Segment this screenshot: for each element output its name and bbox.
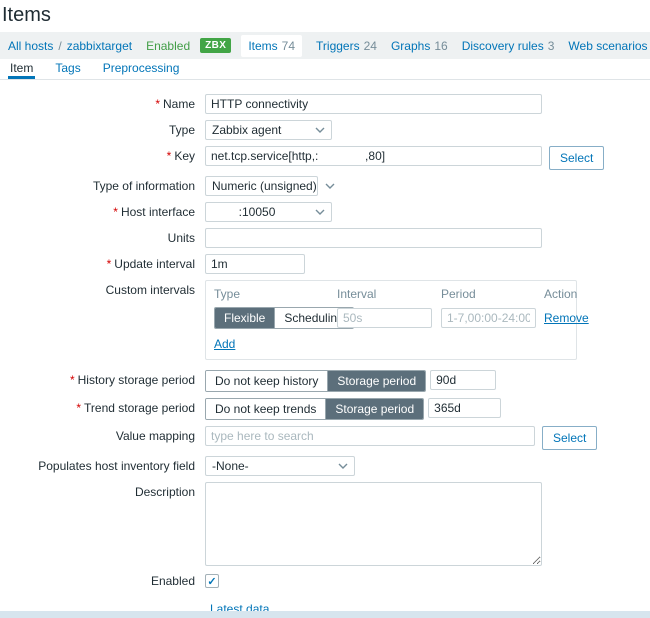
units-row: Units bbox=[0, 228, 650, 248]
value-mapping-input[interactable] bbox=[205, 426, 535, 446]
key-select-button[interactable]: Select bbox=[549, 146, 604, 170]
breadcrumb-separator: / bbox=[58, 39, 61, 53]
trend-storage-period-option[interactable]: Storage period bbox=[325, 399, 423, 419]
nav-item-graphs[interactable]: Graphs16 bbox=[391, 39, 448, 53]
interval-type-flexible[interactable]: Flexible bbox=[215, 308, 274, 328]
required-marker: * bbox=[76, 401, 81, 415]
ci-header-period: Period bbox=[441, 287, 544, 307]
custom-intervals-table: Type Interval Period Action Flexible Sch… bbox=[205, 280, 577, 360]
triggers-count: 24 bbox=[364, 39, 377, 53]
enabled-checkbox[interactable]: ✓ bbox=[205, 574, 219, 588]
zbx-agent-badge: ZBX bbox=[200, 38, 231, 53]
ci-remove-link[interactable]: Remove bbox=[544, 311, 589, 325]
type-select-value: Zabbix agent bbox=[212, 123, 281, 137]
item-form: *Name Type Zabbix agent *Key Select Type… bbox=[0, 80, 650, 618]
value-mapping-label: Value mapping bbox=[0, 426, 205, 443]
history-storage-input[interactable] bbox=[430, 370, 496, 390]
ci-period-input[interactable] bbox=[441, 308, 536, 328]
nav-item-items[interactable]: Items74 bbox=[241, 35, 302, 57]
host-status-label: Enabled bbox=[146, 39, 190, 53]
host-interface-select[interactable]: :10050 bbox=[205, 202, 332, 222]
tab-preprocessing[interactable]: Preprocessing bbox=[101, 59, 182, 79]
custom-intervals-label: Custom intervals bbox=[0, 280, 205, 297]
history-storage-row: *History storage period Do not keep hist… bbox=[0, 370, 650, 392]
trend-do-not-keep-option[interactable]: Do not keep trends bbox=[206, 399, 325, 419]
type-of-information-row: Type of information Numeric (unsigned) bbox=[0, 176, 650, 196]
checkmark-icon: ✓ bbox=[207, 575, 216, 588]
ci-header-type: Type bbox=[214, 287, 337, 307]
type-row: Type Zabbix agent bbox=[0, 120, 650, 140]
key-label: Key bbox=[174, 149, 195, 163]
required-marker: * bbox=[155, 97, 160, 111]
chevron-down-icon bbox=[325, 183, 335, 189]
description-label: Description bbox=[0, 482, 205, 499]
ci-add-link[interactable]: Add bbox=[214, 337, 235, 351]
inventory-field-select[interactable]: -None- bbox=[205, 456, 355, 476]
host-interface-value: :10050 bbox=[212, 205, 275, 219]
item-tabs: Item Tags Preprocessing bbox=[0, 59, 650, 80]
tab-item[interactable]: Item bbox=[8, 59, 35, 79]
trend-storage-input[interactable] bbox=[428, 398, 501, 418]
value-mapping-row: Value mapping Select bbox=[0, 426, 650, 450]
value-mapping-select-button[interactable]: Select bbox=[542, 426, 597, 450]
required-marker: * bbox=[70, 373, 75, 387]
host-interface-row: *Host interface :10050 bbox=[0, 202, 650, 222]
trend-storage-toggle: Do not keep trends Storage period bbox=[205, 398, 424, 420]
next-section-edge bbox=[0, 611, 650, 618]
tab-tags[interactable]: Tags bbox=[53, 59, 82, 79]
chevron-down-icon bbox=[315, 127, 325, 133]
key-input[interactable] bbox=[205, 146, 542, 166]
enabled-row: Enabled ✓ bbox=[0, 572, 650, 588]
ci-interval-input[interactable] bbox=[337, 308, 432, 328]
enabled-label: Enabled bbox=[0, 572, 205, 588]
type-of-information-select[interactable]: Numeric (unsigned) bbox=[205, 176, 318, 196]
breadcrumb-host[interactable]: zabbixtarget bbox=[67, 39, 132, 53]
inventory-field-value: -None- bbox=[212, 459, 249, 473]
history-storage-label: History storage period bbox=[78, 373, 195, 387]
required-marker: * bbox=[107, 257, 112, 271]
chevron-down-icon bbox=[315, 209, 325, 215]
description-textarea[interactable] bbox=[205, 482, 542, 566]
inventory-field-row: Populates host inventory field -None- bbox=[0, 456, 650, 476]
discovery-rules-count: 3 bbox=[548, 39, 555, 53]
history-storage-period-option[interactable]: Storage period bbox=[327, 371, 425, 391]
required-marker: * bbox=[167, 149, 172, 163]
graphs-count: 16 bbox=[434, 39, 447, 53]
update-interval-input[interactable] bbox=[205, 254, 305, 274]
items-count: 74 bbox=[282, 39, 295, 53]
name-label: Name bbox=[163, 97, 195, 111]
key-row: *Key Select bbox=[0, 146, 650, 170]
history-do-not-keep-option[interactable]: Do not keep history bbox=[206, 371, 327, 391]
type-label: Type bbox=[0, 120, 205, 137]
type-select[interactable]: Zabbix agent bbox=[205, 120, 332, 140]
breadcrumb-all-hosts[interactable]: All hosts bbox=[8, 39, 53, 53]
host-navigation-bar: All hosts / zabbixtarget Enabled ZBX Ite… bbox=[0, 32, 650, 59]
nav-item-discovery-rules[interactable]: Discovery rules3 bbox=[462, 39, 555, 53]
type-of-information-label: Type of information bbox=[0, 176, 205, 193]
page-title: Items bbox=[0, 0, 650, 32]
required-marker: * bbox=[113, 205, 118, 219]
update-interval-row: *Update interval bbox=[0, 254, 650, 274]
history-storage-toggle: Do not keep history Storage period bbox=[205, 370, 426, 392]
name-input[interactable] bbox=[205, 94, 542, 114]
description-row: Description bbox=[0, 482, 650, 566]
host-interface-label: Host interface bbox=[121, 205, 195, 219]
inventory-field-label: Populates host inventory field bbox=[0, 456, 205, 473]
trend-storage-label: Trend storage period bbox=[84, 401, 195, 415]
units-input[interactable] bbox=[205, 228, 542, 248]
custom-intervals-row: Custom intervals Type Interval Period Ac… bbox=[0, 280, 650, 360]
units-label: Units bbox=[0, 228, 205, 245]
nav-item-triggers[interactable]: Triggers24 bbox=[316, 39, 377, 53]
update-interval-label: Update interval bbox=[114, 257, 195, 271]
ci-header-interval: Interval bbox=[337, 287, 441, 307]
nav-item-web-scenarios[interactable]: Web scenarios bbox=[568, 39, 647, 53]
interval-type-toggle: Flexible Scheduling bbox=[214, 307, 354, 329]
trend-storage-row: *Trend storage period Do not keep trends… bbox=[0, 398, 650, 420]
name-row: *Name bbox=[0, 94, 650, 114]
type-of-information-value: Numeric (unsigned) bbox=[212, 179, 317, 193]
chevron-down-icon bbox=[338, 463, 348, 469]
ci-header-action: Action bbox=[544, 287, 589, 307]
